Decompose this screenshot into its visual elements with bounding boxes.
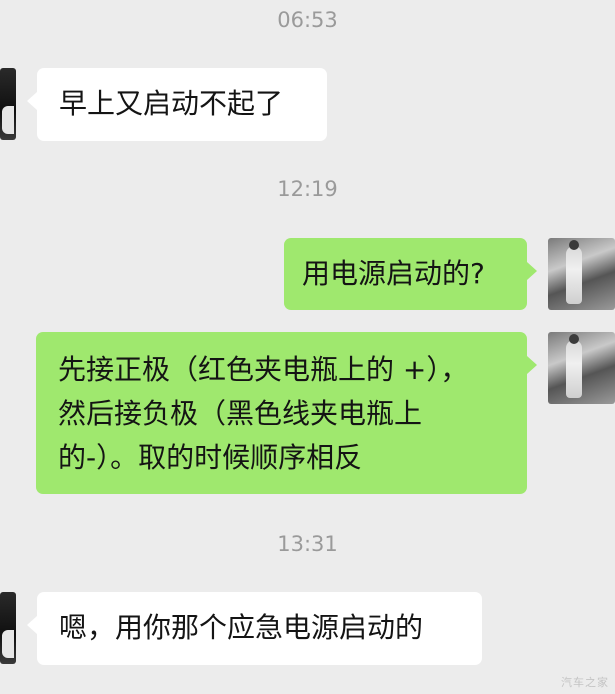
message-line: 的-）。取的时候顺序相反 xyxy=(58,441,363,474)
message-bubble-incoming[interactable]: 嗯，用你那个应急电源启动的 xyxy=(27,592,482,665)
message-line: 然后接负极（黑色线夹电瓶上 xyxy=(58,397,423,430)
avatar-head xyxy=(569,334,579,344)
message-text: 用电源启动的? xyxy=(302,257,485,290)
message-bubble-incoming[interactable]: 早上又启动不起了 xyxy=(27,68,327,141)
message-bubble-outgoing[interactable]: 先接正极（红色夹电瓶上的 +）， 然后接负极（黑色线夹电瓶上 的-）。取的时候顺… xyxy=(36,332,537,494)
message-line: 先接正极（红色夹电瓶上的 +）， xyxy=(58,353,469,386)
avatar-figure xyxy=(566,246,582,304)
avatar-highlight xyxy=(2,106,14,134)
message-text: 嗯，用你那个应急电源启动的 xyxy=(59,611,424,644)
timestamp: 12:19 xyxy=(277,177,338,201)
avatar-highlight xyxy=(2,630,14,658)
watermark: 汽车之家 xyxy=(561,676,609,689)
contact-avatar[interactable] xyxy=(0,68,16,140)
message-bubble-outgoing[interactable]: 用电源启动的? xyxy=(284,238,537,310)
message-text: 早上又启动不起了 xyxy=(59,87,284,120)
timestamp: 13:31 xyxy=(277,532,338,556)
timestamp: 06:53 xyxy=(277,8,338,32)
avatar-figure xyxy=(566,340,582,398)
contact-avatar[interactable] xyxy=(0,592,16,664)
my-avatar[interactable] xyxy=(548,332,615,404)
my-avatar[interactable] xyxy=(548,238,615,310)
avatar-head xyxy=(569,240,579,250)
